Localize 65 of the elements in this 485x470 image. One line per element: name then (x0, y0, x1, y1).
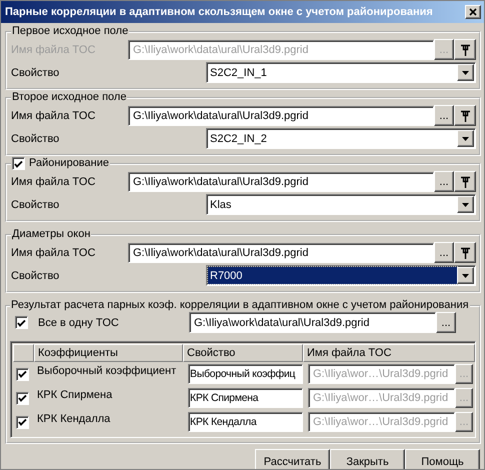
dropdown-value: R7000 (208, 267, 457, 284)
dropdown-button[interactable] (457, 267, 474, 284)
window-title: Парные корреляции в адаптивном скользящем окне с учетом районирования (5, 6, 434, 18)
coefficient-name: КРК Кендалла (36, 412, 112, 425)
column-header[interactable]: Коэффициенты (34, 344, 183, 362)
check-icon (14, 160, 23, 168)
caret-icon (462, 70, 469, 74)
pin-button[interactable] (454, 105, 476, 126)
check-icon (18, 370, 27, 378)
checkbox[interactable] (12, 157, 25, 170)
field-label: Имя файла TOC (11, 176, 96, 188)
pin-icon (460, 174, 470, 188)
group-title: Диаметры окон (12, 228, 90, 241)
caret-icon (462, 202, 469, 206)
pin-icon (460, 246, 470, 260)
group-title: Второе исходное поле (12, 91, 126, 104)
pin-icon (460, 108, 470, 122)
browse-button[interactable]: ... (434, 171, 454, 192)
dialog-button[interactable]: Помощь (405, 449, 480, 469)
dialog-button[interactable]: Рассчитать (255, 449, 330, 469)
field-label: Имя файла TOC (11, 110, 96, 122)
dropdown-value: S2C2_IN_1 (209, 66, 268, 80)
checkbox-label: Все в одну TOC (38, 316, 120, 328)
group-title: Первое исходное поле (12, 25, 128, 38)
caret-icon (462, 136, 469, 140)
file-path-field[interactable]: G:\Iliya\work\data\ural\Ural3d9.pgrid (128, 242, 434, 262)
browse-button[interactable]: ... (436, 312, 456, 333)
field-label: Имя файла TOC (11, 246, 96, 258)
dropdown-button[interactable] (457, 196, 474, 213)
dropdown-value: S2C2_IN_2 (209, 132, 268, 146)
field-label: Свойство (11, 66, 60, 78)
file-path-field[interactable]: G:\Iliya\work\data\ural\Ural3d9.pgrid (189, 312, 436, 333)
check-icon (18, 418, 27, 426)
column-header[interactable]: Имя файла TOC (303, 344, 475, 362)
property-dropdown[interactable]: S2C2_IN_2 (206, 128, 476, 149)
coefficient-name: Выборочный коэффициент (36, 364, 178, 377)
caret-icon (462, 274, 469, 278)
property-dropdown[interactable]: Klas (206, 194, 476, 215)
checkbox[interactable] (15, 316, 28, 329)
check-icon (17, 318, 26, 326)
pin-icon (460, 42, 470, 56)
pin-button[interactable] (454, 39, 476, 60)
dropdown-button[interactable] (457, 130, 474, 147)
field-label: Свойство (11, 132, 60, 144)
pin-button[interactable] (454, 171, 476, 192)
group-title: Районирование (29, 157, 109, 170)
file-path-field[interactable]: G:\Iliya\work\data\ural\Ural3d9.pgrid (128, 172, 434, 192)
group-title: Результат расчета парных коэф. корреляции в адаптивном окне с учетом районирования (10, 299, 470, 312)
dropdown-button[interactable] (457, 64, 474, 81)
browse-button[interactable]: ... (434, 105, 454, 126)
pin-button[interactable] (454, 242, 476, 263)
browse-button[interactable]: ... (434, 242, 454, 263)
field-label: Имя файла TOC (11, 44, 96, 56)
file-path-field[interactable]: G:\Iliya\work\data\ural\Ural3d9.pgrid (128, 106, 434, 126)
column-header (13, 344, 34, 362)
dialog-button[interactable]: Закрыть (330, 449, 405, 469)
column-header[interactable]: Свойство (183, 344, 303, 362)
check-icon (18, 394, 27, 402)
close-icon (469, 8, 477, 16)
field-label: Свойство (11, 270, 60, 282)
coefficient-name: КРК Спирмена (36, 388, 114, 401)
dropdown-value: Klas (209, 198, 232, 212)
property-dropdown[interactable]: R7000 (206, 265, 476, 286)
field-label: Свойство (11, 198, 60, 210)
close-button[interactable] (465, 5, 481, 19)
